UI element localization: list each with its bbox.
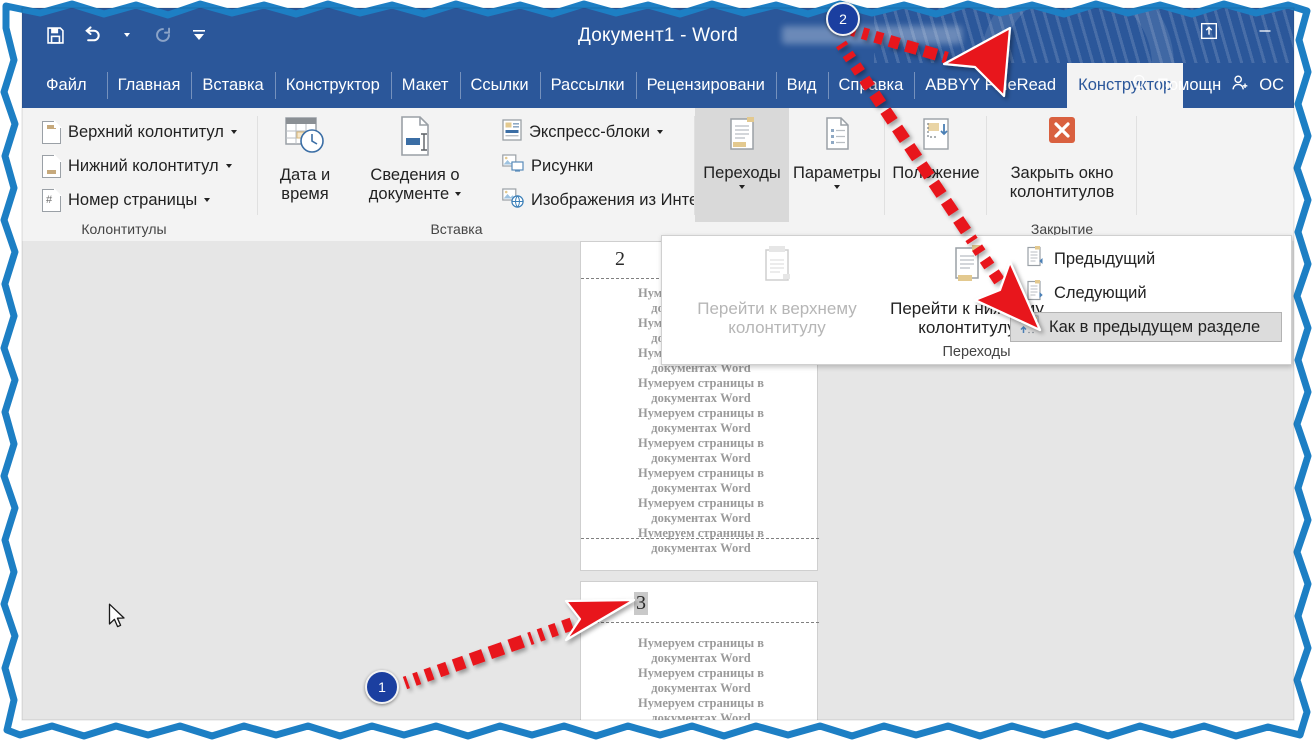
annotation-arrow-2-lower (836, 40, 1042, 332)
annotation-arrow-2-upper (850, 24, 1012, 98)
annotation-arrow-1 (402, 598, 636, 690)
annotation-badge-2: 2 (826, 2, 860, 36)
screenshot-inner-shadow (21, 7, 1295, 721)
torn-paper-border (0, 0, 1312, 740)
annotation-overlay (0, 0, 1312, 740)
annotation-badge-1: 1 (365, 670, 399, 704)
screenshot-root: Документ1 - Word Файл Главная Вставка Ко… (0, 0, 1313, 741)
